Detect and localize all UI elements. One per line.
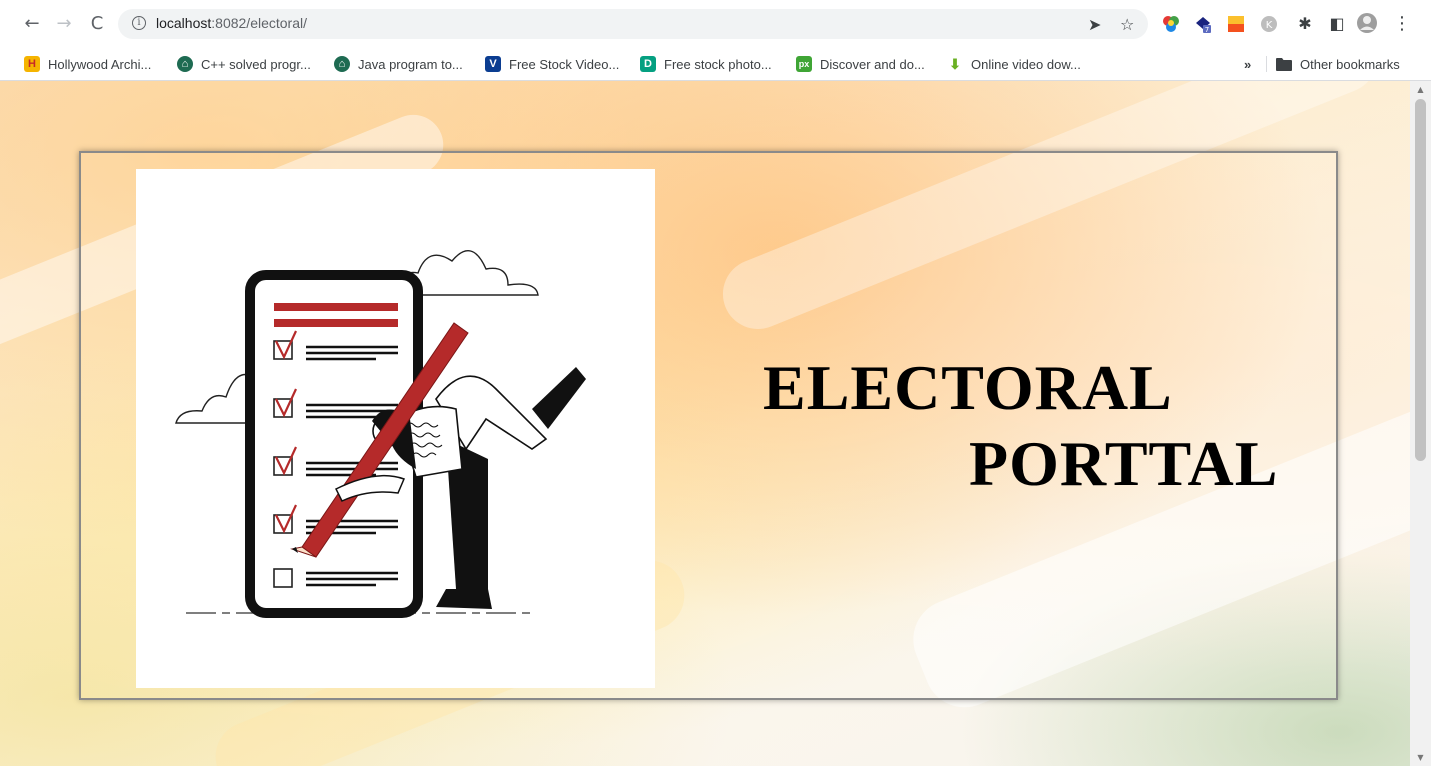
reload-icon[interactable]: C [85,12,109,36]
bookmark-item[interactable]: px Discover and do... [796,54,925,74]
back-icon[interactable]: ← [20,12,44,36]
bookmark-item[interactable]: V Free Stock Video... [485,54,619,74]
other-bookmarks-label: Other bookmarks [1300,56,1400,72]
folder-icon [1276,58,1292,71]
bookmark-item[interactable]: D Free stock photo... [640,54,772,74]
bookmarks-bar: H Hollywood Archi... ⌂ C++ solved progr...… [0,48,1431,81]
menu-kebab-icon[interactable]: ⋮ [1390,12,1414,36]
bookmark-favicon: ⌂ [177,56,193,72]
profile-avatar[interactable] [1356,12,1378,34]
bookmark-favicon: px [796,56,812,72]
bookmark-label: C++ solved progr... [201,56,311,72]
bookmarks-divider [1266,56,1267,72]
address-bar[interactable]: i localhost:8082/electoral/ ➤ ☆ [118,9,1148,39]
bookmark-label: Java program to... [358,56,463,72]
bookmark-item[interactable]: ⌂ C++ solved progr... [177,54,311,74]
send-icon[interactable]: ➤ [1088,15,1101,34]
scroll-down-icon[interactable]: ▼ [1415,753,1426,763]
url-text[interactable]: localhost:8082/electoral/ [156,15,307,31]
bookmark-favicon: H [24,56,40,72]
svg-text:K: K [1266,20,1273,31]
side-panel-icon[interactable]: ◧ [1325,12,1349,36]
scroll-up-icon[interactable]: ▲ [1415,85,1426,95]
scrollbar-thumb[interactable] [1415,99,1426,461]
browser-toolbar: ← → C i localhost:8082/electoral/ ➤ ☆ 7 … [0,0,1431,48]
bookmark-item[interactable]: ⌂ Java program to... [334,54,463,74]
forward-icon[interactable]: → [52,12,76,36]
bookmark-label: Free stock photo... [664,56,772,72]
page-title-line2: PORTTAL [969,428,1279,499]
bookmarks-overflow-button[interactable]: » [1244,54,1251,74]
bookmark-label: Free Stock Video... [509,56,620,72]
illustration-svg [175,250,586,618]
bookmark-star-icon[interactable]: ☆ [1120,15,1134,34]
screenshot-extension-icon[interactable] [1227,15,1245,33]
bookmark-favicon: ⌂ [334,56,350,72]
extension-badge-icon[interactable]: 7 [1194,15,1212,33]
bookmark-favicon: V [485,56,501,72]
url-path: :8082/electoral/ [211,15,307,31]
bookmark-favicon: D [640,56,656,72]
extensions-puzzle-icon[interactable]: ✱ [1293,12,1317,36]
k-extension-icon[interactable]: K [1260,15,1278,33]
url-host: localhost [156,15,212,31]
hero-card: ELECTORAL PORTTAL [79,151,1338,700]
svg-text:7: 7 [1205,26,1209,33]
bookmark-item[interactable]: H Hollywood Archi... [24,54,151,74]
vertical-scrollbar[interactable]: ▲ ▼ [1410,81,1431,766]
bookmark-label: Online video dow... [971,56,1081,72]
page-title-line1: ELECTORAL [763,352,1173,423]
color-extension-icon[interactable] [1162,15,1180,33]
page-background: ELECTORAL PORTTAL [0,81,1410,766]
site-info-icon[interactable]: i [132,16,146,30]
bookmark-label: Hollywood Archi... [48,56,152,72]
bookmark-favicon: ⬇ [949,56,961,72]
other-bookmarks-button[interactable]: Other bookmarks [1276,54,1400,74]
bookmark-label: Discover and do... [820,56,925,72]
bookmark-item[interactable]: ⬇ Online video dow... [947,54,1081,74]
voting-checklist-illustration [136,169,655,688]
